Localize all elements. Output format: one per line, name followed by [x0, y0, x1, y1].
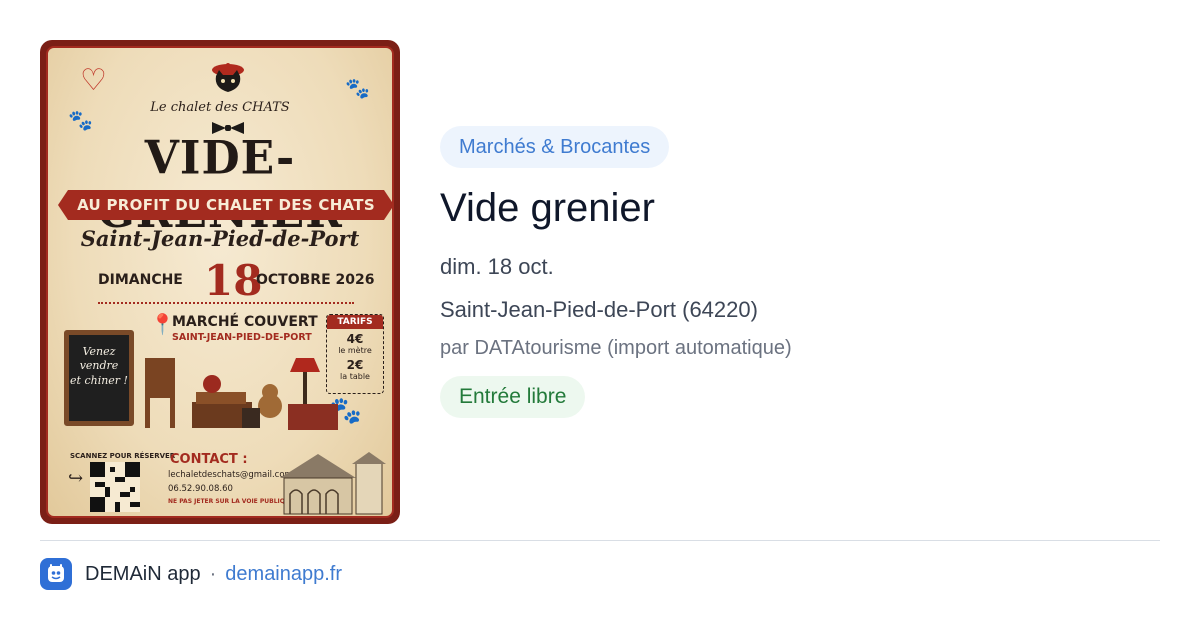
contact-heading: CONTACT : [170, 452, 248, 467]
poster-title: VIDE-GRENIER [97, 131, 342, 238]
footer: DEMAiN app · demainapp.fr [40, 558, 342, 590]
board-line-3: et chiner ! [70, 373, 128, 387]
price-badge: Entrée libre [440, 376, 586, 418]
arrow-icon: ↪ [68, 468, 84, 489]
contact-email: lechaletdeschats@gmail.com [168, 470, 293, 480]
poster-town: Saint-Jean-Pied-de-Port [80, 226, 360, 251]
event-date: dim. 18 oct. [440, 254, 554, 279]
event-poster-image[interactable]: ♡ 🐾 🐾 🐾 Le chalet des CHATS VIDE-GRENIER… [40, 40, 400, 524]
poster-banner: AU PROFIT DU CHALET DES CHATS [58, 190, 392, 220]
category-badge[interactable]: Marchés & Brocantes [440, 126, 670, 168]
event-title[interactable]: Vide grenier [440, 186, 1140, 230]
poster-venue-town: SAINT-JEAN-PIED-DE-PORT [172, 332, 312, 343]
qr-code-icon [90, 462, 140, 512]
tarifs-heading: TARIFS [327, 315, 383, 329]
poster-notice: NE PAS JETER SUR LA VOIE PUBLIQUE [168, 498, 294, 505]
heart-icon: ♡ [80, 63, 107, 98]
event-card[interactable]: ♡ 🐾 🐾 🐾 Le chalet des CHATS VIDE-GRENIER… [40, 40, 1160, 524]
paw-icon: 🐾 [345, 76, 370, 100]
poster-date-row: DIMANCHE 18 OCTOBRE 2026 [48, 256, 392, 305]
poster-brand: Le chalet des CHATS [150, 100, 290, 115]
poster-month-year: OCTOBRE 2026 [256, 272, 375, 288]
event-info: Marchés & Brocantes Vide grenier dim. 18… [440, 126, 1140, 418]
poster-canvas: ♡ 🐾 🐾 🐾 Le chalet des CHATS VIDE-GRENIER… [46, 46, 394, 518]
contact-phone: 06.52.90.08.60 [168, 484, 233, 494]
poster-divider [98, 302, 354, 304]
cat-beret-icon [212, 63, 244, 92]
site-link[interactable]: demainapp.fr [225, 563, 342, 586]
footer-divider [40, 540, 1160, 541]
poster-chalkboard: Venez vendre et chiner ! [64, 330, 134, 426]
demain-app-icon[interactable] [40, 558, 72, 590]
board-line-2: vendre [79, 359, 119, 373]
board-line-1: Venez [82, 345, 116, 358]
market-hall-illustration [280, 452, 386, 515]
poster-date-number: 18 [204, 256, 263, 305]
app-name: DEMAiN app [85, 562, 201, 585]
event-source: par DATAtourisme (import automatique) [440, 337, 792, 359]
poster-venue: MARCHÉ COUVERT [172, 314, 318, 330]
tarif-1-value: 4€ [346, 332, 364, 346]
footer-separator: · [209, 562, 217, 585]
vintage-objects-illustration [145, 358, 338, 430]
event-location: Saint-Jean-Pied-de-Port (64220) [440, 297, 758, 322]
qr-scan-label: SCANNEZ POUR RÉSERVER [70, 452, 176, 460]
poster-day: DIMANCHE [98, 272, 183, 288]
